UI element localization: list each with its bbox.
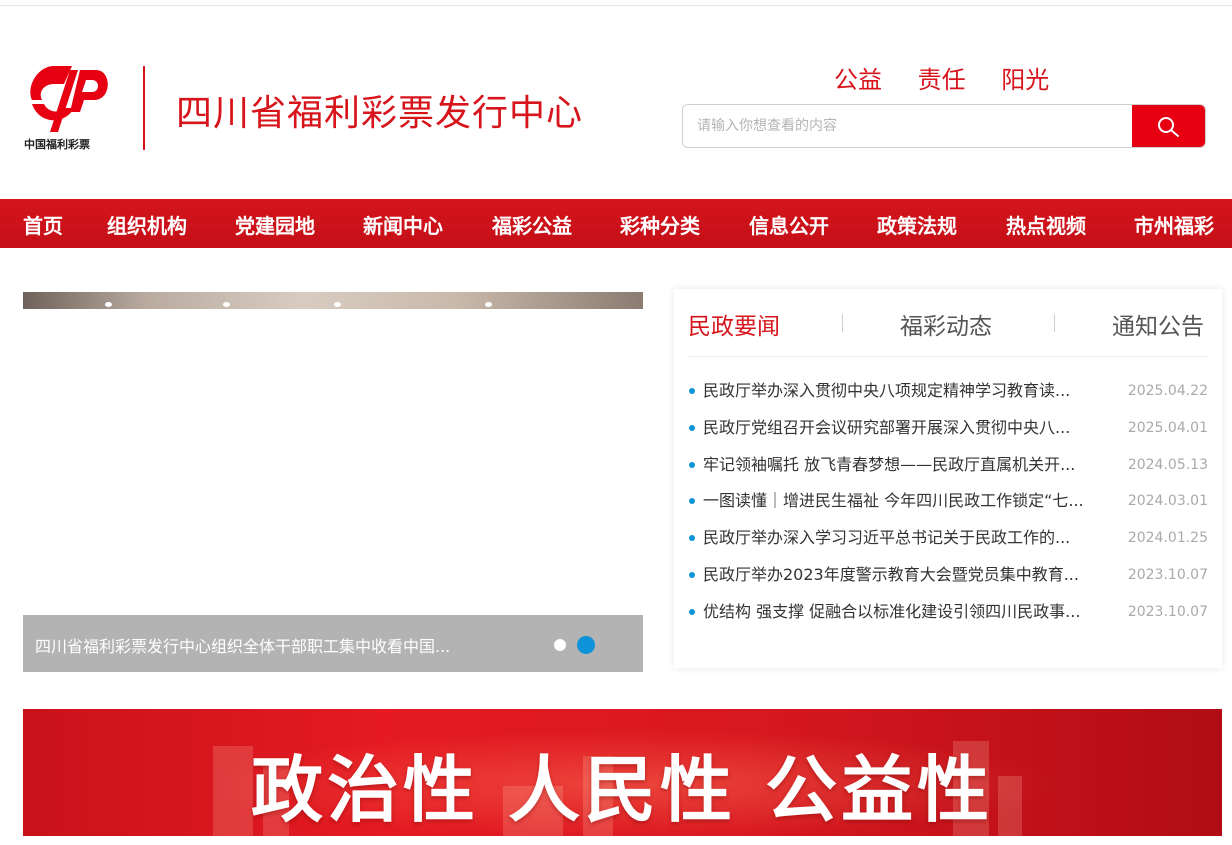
nav-item-policies[interactable]: 政策法规 [877,210,957,239]
tab-civil-affairs-news[interactable]: 民政要闻 [688,307,780,341]
nav-item-home[interactable]: 首页 [23,210,63,239]
slide-dot-1[interactable] [554,639,566,651]
tab-separator [1054,314,1055,332]
main-nav: 首页 组织机构 党建园地 新闻中心 福彩公益 彩种分类 信息公开 政策法规 热点… [0,199,1232,248]
tab-separator [842,314,843,332]
banner-slogan: 政治性 人民性 公益性 [251,748,994,832]
slide-caption[interactable]: 四川省福利彩票发行中心组织全体干部职工集中收看中国... [35,633,450,657]
news-title[interactable]: 民政厅举办2023年度警示教育大会暨党员集中教育... [703,563,1113,587]
news-panel: 民政要闻 福彩动态 通知公告 民政厅举办深入贯彻中央八项规定精神学习教育读...… [674,289,1222,668]
slide-dot-2-active[interactable] [577,636,595,654]
tab-notices[interactable]: 通知公告 [1112,307,1204,341]
nav-item-city-lottery[interactable]: 市州福彩 [1134,210,1214,239]
news-date: 2025.04.22 [1127,383,1208,399]
bullet-icon [689,425,695,431]
news-title[interactable]: 牢记领袖嘱托 放飞青春梦想——民政厅直属机关开... [703,453,1113,477]
list-item[interactable]: 民政厅举办深入贯彻中央八项规定精神学习教育读... 2025.04.22 [688,379,1208,403]
banner-building [213,746,253,836]
list-item[interactable]: 一图读懂｜增进民生福祉 今年四川民政工作锁定“七... 2024.03.01 [688,489,1208,513]
nav-item-info-disclosure[interactable]: 信息公开 [749,210,829,239]
news-title[interactable]: 优结构 强支撑 促融合以标准化建设引领四川民政事... [703,600,1113,624]
logo-caption: 中国福利彩票 [24,138,90,151]
nav-item-hot-videos[interactable]: 热点视频 [1006,210,1086,239]
tab-lottery-updates[interactable]: 福彩动态 [900,307,992,341]
tabs-divider [688,356,1208,357]
news-date: 2024.01.25 [1127,530,1208,546]
news-date: 2025.04.01 [1127,420,1208,436]
news-title[interactable]: 一图读懂｜增进民生福祉 今年四川民政工作锁定“七... [703,489,1113,513]
bullet-icon [689,388,695,394]
news-title[interactable]: 民政厅举办深入贯彻中央八项规定精神学习教育读... [703,379,1113,403]
nav-item-organization[interactable]: 组织机构 [107,210,187,239]
bullet-icon [689,609,695,615]
slogan-word-3: 阳光 [1001,66,1050,94]
list-item[interactable]: 民政厅举办2023年度警示教育大会暨党员集中教育... 2023.10.07 [688,563,1208,587]
site-title[interactable]: 四川省福利彩票发行中心 [176,84,583,136]
slide-image[interactable] [23,292,643,309]
nav-item-news-center[interactable]: 新闻中心 [363,210,443,239]
nav-item-party-building[interactable]: 党建园地 [235,210,315,239]
nav-item-lottery-types[interactable]: 彩种分类 [620,210,700,239]
news-date: 2023.10.07 [1127,604,1208,620]
bullet-icon [689,498,695,504]
list-item[interactable]: 牢记领袖嘱托 放飞青春梦想——民政厅直属机关开... 2024.05.13 [688,453,1208,477]
slogan-banner[interactable]: 政治性 人民性 公益性 [23,709,1222,836]
slogan: 公益 责任 阳光 [834,60,1077,95]
bullet-icon [689,572,695,578]
slogan-word-1: 公益 [834,66,882,94]
search-icon [1158,117,1179,137]
news-title[interactable]: 民政厅举办深入学习习近平总书记关于民政工作的... [703,526,1113,550]
search-box [682,104,1206,148]
banner-building [998,776,1022,836]
top-divider [0,5,1232,6]
logo-divider [143,66,145,150]
nav-item-public-welfare[interactable]: 福彩公益 [492,210,572,239]
news-date: 2024.05.13 [1127,457,1208,473]
bullet-icon [689,535,695,541]
search-input[interactable] [683,105,1133,147]
slide-caption-bar: 四川省福利彩票发行中心组织全体干部职工集中收看中国... [23,615,643,672]
search-button[interactable] [1132,105,1205,147]
list-item[interactable]: 优结构 强支撑 促融合以标准化建设引领四川民政事... 2023.10.07 [688,600,1208,624]
news-date: 2024.03.01 [1127,493,1208,509]
news-date: 2023.10.07 [1127,567,1208,583]
list-item[interactable]: 民政厅党组召开会议研究部署开展深入贯彻中央八... 2025.04.01 [688,416,1208,440]
slogan-word-2: 责任 [917,66,966,94]
news-title[interactable]: 民政厅党组召开会议研究部署开展深入贯彻中央八... [703,416,1113,440]
bullet-icon [689,462,695,468]
list-item[interactable]: 民政厅举办深入学习习近平总书记关于民政工作的... 2024.01.25 [688,526,1208,550]
news-slider[interactable]: 四川省福利彩票发行中心组织全体干部职工集中收看中国... [23,292,643,672]
